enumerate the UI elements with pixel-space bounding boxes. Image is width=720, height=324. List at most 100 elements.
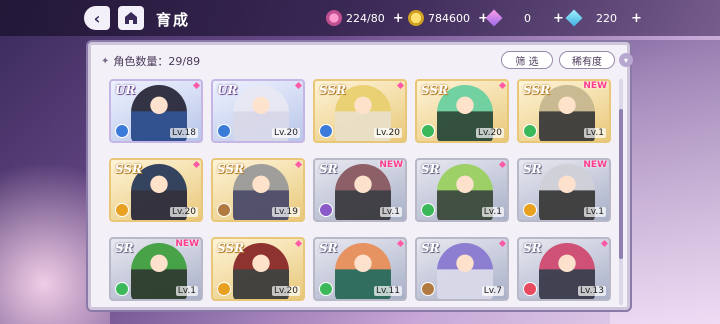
diamond-value: 220 [596, 11, 617, 25]
diamond-icon [565, 9, 583, 27]
home-button[interactable] [118, 6, 144, 30]
element-icon [523, 124, 537, 138]
character-card[interactable]: SSR Lv.20 [415, 79, 509, 143]
element-icon [319, 282, 333, 296]
rarity-badge: SSR [217, 241, 245, 255]
level-label: Lv.20 [272, 128, 300, 138]
rarity-badge: UR [115, 83, 136, 97]
rarity-badge: SR [319, 241, 338, 255]
element-icon [115, 124, 129, 138]
character-card[interactable]: SR Lv.1 [415, 158, 509, 222]
level-label: Lv.18 [170, 128, 198, 138]
level-label: Lv.20 [476, 128, 504, 138]
notification-pip-icon [498, 239, 507, 248]
resource-gem: 0 + [485, 9, 564, 27]
notification-pip-icon [498, 81, 507, 90]
element-icon [421, 282, 435, 296]
resource-candy: 224/80 + [326, 10, 404, 26]
level-label: Lv.20 [170, 207, 198, 217]
rarity-badge: UR [217, 83, 238, 97]
level-label: Lv.11 [374, 286, 402, 296]
level-label: Lv.1 [583, 207, 606, 217]
element-icon [319, 203, 333, 217]
character-card[interactable]: SSR Lv.20 [313, 79, 407, 143]
element-icon [115, 282, 129, 296]
add-candy-button[interactable]: + [393, 11, 404, 26]
rarity-badge: SR [319, 162, 338, 176]
character-card[interactable]: SSR Lv.19 [211, 158, 305, 222]
element-icon [523, 203, 537, 217]
new-badge: NEW [583, 81, 607, 91]
rarity-badge: SSR [421, 83, 449, 97]
notification-pip-icon [192, 81, 201, 90]
home-icon [125, 12, 137, 24]
character-card[interactable]: SR NEW Lv.1 [109, 237, 203, 301]
character-card[interactable]: SSR NEW Lv.1 [517, 79, 611, 143]
new-badge: NEW [583, 160, 607, 170]
character-card[interactable]: SR NEW Lv.1 [517, 158, 611, 222]
new-badge: NEW [379, 160, 403, 170]
candy-value: 224/80 [346, 11, 385, 25]
character-count-text: 角色数量：29/89 [113, 55, 201, 68]
panel-header: ✦ 角色数量：29/89 筛 选 稀有度 ▾ [101, 51, 633, 71]
candy-icon [326, 10, 342, 26]
character-card[interactable]: SSR Lv.20 [109, 158, 203, 222]
sort-direction-button[interactable]: ▾ [619, 53, 633, 67]
notification-pip-icon [396, 239, 405, 248]
character-card[interactable]: SR Lv.7 [415, 237, 509, 301]
page-title: 育成 [156, 11, 191, 29]
rarity-badge: SSR [217, 162, 245, 176]
level-label: Lv.1 [583, 128, 606, 138]
add-diamond-button[interactable]: + [631, 11, 642, 26]
filter-button[interactable]: 筛 选 [501, 51, 553, 69]
coin-icon [408, 10, 424, 26]
back-button[interactable]: ‹ [84, 6, 110, 30]
notification-pip-icon [600, 239, 609, 248]
scrollbar-thumb[interactable] [619, 109, 623, 259]
gem-value: 0 [524, 11, 531, 25]
notification-pip-icon [396, 81, 405, 90]
rarity-badge: SSR [319, 83, 347, 97]
new-badge: NEW [175, 239, 199, 249]
coin-value: 784600 [428, 11, 470, 25]
chevron-down-icon: ▾ [623, 55, 628, 65]
rarity-badge: SR [115, 241, 134, 255]
rarity-badge: SSR [523, 83, 551, 97]
character-card[interactable]: UR Lv.20 [211, 79, 305, 143]
character-card[interactable]: SR NEW Lv.1 [313, 158, 407, 222]
element-icon [217, 282, 231, 296]
element-icon [421, 203, 435, 217]
level-label: Lv.1 [481, 207, 504, 217]
level-label: Lv.19 [272, 207, 300, 217]
element-icon [115, 203, 129, 217]
element-icon [523, 282, 537, 296]
notification-pip-icon [294, 160, 303, 169]
resource-coin: 784600 + [408, 10, 489, 26]
level-label: Lv.7 [481, 286, 504, 296]
character-card[interactable]: SR Lv.13 [517, 237, 611, 301]
gem-icon [485, 9, 503, 27]
resource-diamond: 220 + [565, 9, 642, 27]
character-panel: ✦ 角色数量：29/89 筛 选 稀有度 ▾ UR Lv.18 UR Lv.20 SSR… [88, 42, 633, 310]
notification-pip-icon [294, 81, 303, 90]
rarity-badge: SR [421, 241, 440, 255]
rarity-badge: SR [523, 241, 542, 255]
rarity-sort-button[interactable]: 稀有度 [559, 51, 615, 69]
add-gem-button[interactable]: + [553, 11, 564, 26]
character-card[interactable]: SSR Lv.20 [211, 237, 305, 301]
character-card[interactable]: UR Lv.18 [109, 79, 203, 143]
level-label: Lv.20 [272, 286, 300, 296]
rarity-badge: SR [421, 162, 440, 176]
scrollbar[interactable] [619, 79, 623, 305]
notification-pip-icon [498, 160, 507, 169]
level-label: Lv.20 [374, 128, 402, 138]
level-label: Lv.13 [578, 286, 606, 296]
notification-pip-icon [294, 239, 303, 248]
chevron-left-icon: ‹ [93, 8, 101, 28]
level-label: Lv.1 [175, 286, 198, 296]
top-bar: ‹ 育成 224/80 + 784600 + 0 + 220 + [0, 0, 720, 36]
character-grid: UR Lv.18 UR Lv.20 SSR Lv.20 SSR Lv.20 SSR NEW Lv.1… [109, 79, 619, 307]
rarity-badge: SR [523, 162, 542, 176]
character-card[interactable]: SR Lv.11 [313, 237, 407, 301]
element-icon [421, 124, 435, 138]
